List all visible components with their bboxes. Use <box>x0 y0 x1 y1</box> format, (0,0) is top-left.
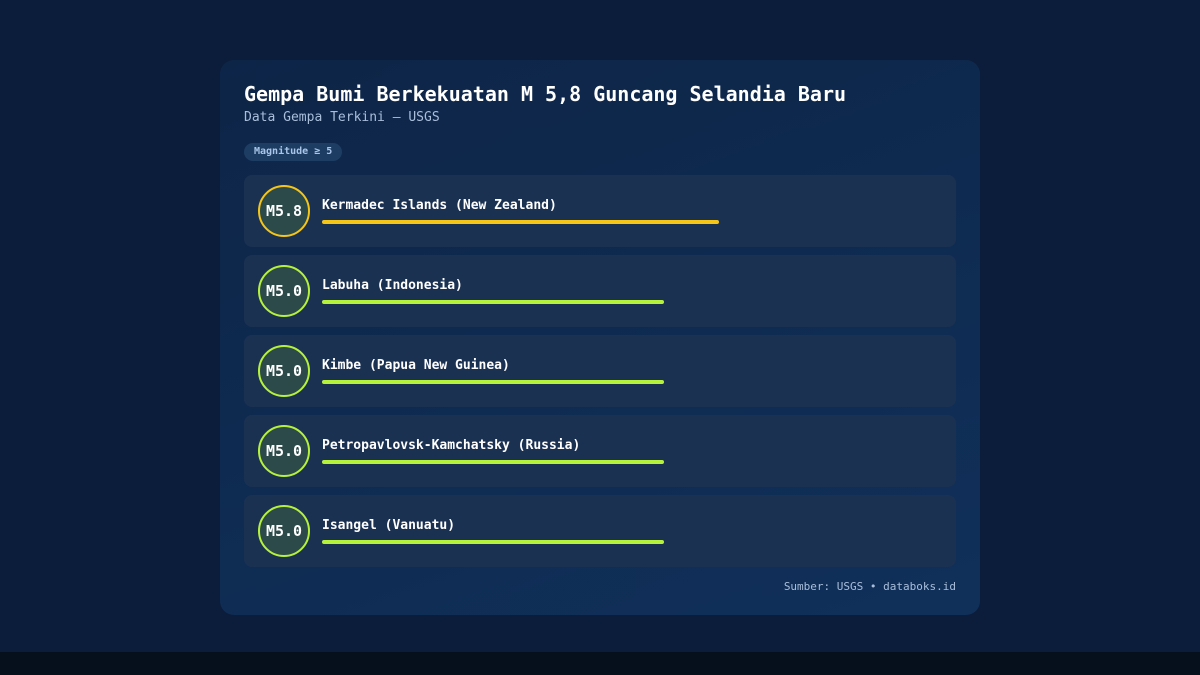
magnitude-label: M5.0 <box>258 265 310 317</box>
magnitude-bar <box>322 300 664 304</box>
quake-list: M5.8 Kermadec Islands (New Zealand) M5.0 La… <box>244 175 956 575</box>
category-label: Kermadec Islands (New Zealand) <box>322 198 557 213</box>
magnitude-label: M5.8 <box>258 185 310 237</box>
category-label: Isangel (Vanuatu) <box>322 518 456 533</box>
category-label: Petropavlovsk-Kamchatsky (Russia) <box>322 438 581 453</box>
magnitude-bar <box>322 540 664 544</box>
bar-track <box>322 220 890 224</box>
magnitude-label: M5.0 <box>258 505 310 557</box>
quake-row: M5.8 Kermadec Islands (New Zealand) <box>244 175 956 247</box>
quake-row: M5.0 Kimbe (Papua New Guinea) <box>244 335 956 407</box>
quake-card: Gempa Bumi Berkekuatan M 5,8 Guncang Sel… <box>220 60 980 615</box>
magnitude-label: M5.0 <box>258 425 310 477</box>
chart-title: Gempa Bumi Berkekuatan M 5,8 Guncang Sel… <box>244 82 847 106</box>
chart-subtitle: Data Gempa Terkini — USGS <box>244 110 440 125</box>
bar-track <box>322 380 890 384</box>
quake-row: M5.0 Isangel (Vanuatu) <box>244 495 956 567</box>
quake-row: M5.0 Labuha (Indonesia) <box>244 255 956 327</box>
quake-row: M5.0 Petropavlovsk-Kamchatsky (Russia) <box>244 415 956 487</box>
magnitude-bar <box>322 380 664 384</box>
category-label: Kimbe (Papua New Guinea) <box>322 358 510 373</box>
magnitude-filter-badge: Magnitude ≥ 5 <box>244 143 343 161</box>
source-note: Sumber: USGS • databoks.id <box>783 580 956 593</box>
bottom-strip <box>0 652 1200 675</box>
bar-track <box>322 300 890 304</box>
bar-track <box>322 460 890 464</box>
bar-track <box>322 540 890 544</box>
category-label: Labuha (Indonesia) <box>322 278 463 293</box>
magnitude-bar <box>322 220 719 224</box>
magnitude-label: M5.0 <box>258 345 310 397</box>
magnitude-bar <box>322 460 664 464</box>
